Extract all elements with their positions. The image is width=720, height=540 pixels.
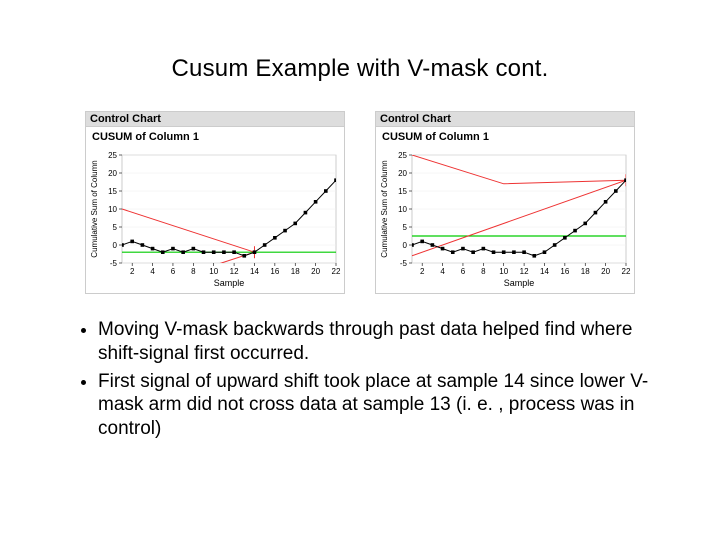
bullet-item: First signal of upward shift took place … bbox=[98, 370, 650, 441]
svg-text:25: 25 bbox=[398, 151, 407, 160]
svg-text:10: 10 bbox=[209, 267, 218, 276]
svg-text:4: 4 bbox=[150, 267, 155, 276]
svg-text:8: 8 bbox=[191, 267, 196, 276]
svg-text:-5: -5 bbox=[110, 259, 118, 268]
svg-text:16: 16 bbox=[560, 267, 569, 276]
bullet-list: Moving V-mask backwards through past dat… bbox=[80, 318, 650, 441]
svg-text:4: 4 bbox=[440, 267, 445, 276]
svg-text:6: 6 bbox=[171, 267, 176, 276]
chart-panel-right: Control Chart CUSUM of Column 1 -5 0 5 10 15… bbox=[375, 111, 635, 294]
chart-panel-left: Control Chart CUSUM of Column 1 -5 0 5 10 15… bbox=[85, 111, 345, 294]
svg-text:Sample: Sample bbox=[214, 278, 245, 288]
svg-text:0: 0 bbox=[403, 241, 408, 250]
cusum-title: CUSUM of Column 1 bbox=[375, 127, 635, 145]
svg-text:0: 0 bbox=[113, 241, 118, 250]
bullet-item: Moving V-mask backwards through past dat… bbox=[98, 318, 650, 366]
svg-text:20: 20 bbox=[108, 169, 117, 178]
control-chart-label: Control Chart bbox=[85, 111, 345, 127]
svg-text:12: 12 bbox=[520, 267, 529, 276]
cusum-chart-right: -5 0 5 10 15 20 25 2 4 6 8 10 12 14 16 18 20 22 Sample Cumu… bbox=[378, 149, 632, 289]
svg-text:22: 22 bbox=[332, 267, 341, 276]
svg-text:10: 10 bbox=[398, 205, 407, 214]
svg-text:15: 15 bbox=[398, 187, 407, 196]
plot-right: -5 0 5 10 15 20 25 2 4 6 8 10 12 14 16 18 20 22 Sample Cumu… bbox=[375, 145, 635, 294]
svg-text:Cumulative Sum of Column: Cumulative Sum of Column bbox=[380, 160, 389, 257]
svg-text:Sample: Sample bbox=[504, 278, 535, 288]
svg-text:-5: -5 bbox=[400, 259, 408, 268]
svg-text:25: 25 bbox=[108, 151, 117, 160]
svg-text:2: 2 bbox=[420, 267, 425, 276]
plot-left: -5 0 5 10 15 20 25 2 4 6 8 10 12 14 16 18 20 22 Sample Cumu… bbox=[85, 145, 345, 294]
svg-text:10: 10 bbox=[108, 205, 117, 214]
svg-text:22: 22 bbox=[622, 267, 631, 276]
cusum-chart-left: -5 0 5 10 15 20 25 2 4 6 8 10 12 14 16 18 20 22 Sample Cumu… bbox=[88, 149, 342, 289]
control-chart-label: Control Chart bbox=[375, 111, 635, 127]
svg-text:10: 10 bbox=[499, 267, 508, 276]
svg-text:8: 8 bbox=[481, 267, 486, 276]
svg-text:5: 5 bbox=[403, 223, 408, 232]
svg-text:18: 18 bbox=[581, 267, 590, 276]
svg-text:14: 14 bbox=[540, 267, 549, 276]
svg-text:20: 20 bbox=[601, 267, 610, 276]
charts-row: Control Chart CUSUM of Column 1 -5 0 5 10 15… bbox=[0, 111, 720, 294]
svg-text:6: 6 bbox=[461, 267, 466, 276]
page-title: Cusum Example with V-mask cont. bbox=[0, 0, 720, 83]
svg-text:20: 20 bbox=[311, 267, 320, 276]
cusum-title: CUSUM of Column 1 bbox=[85, 127, 345, 145]
svg-text:Cumulative Sum of Column: Cumulative Sum of Column bbox=[90, 160, 99, 257]
svg-text:2: 2 bbox=[130, 267, 135, 276]
svg-text:14: 14 bbox=[250, 267, 259, 276]
svg-text:12: 12 bbox=[230, 267, 239, 276]
slide: Cusum Example with V-mask cont. Control … bbox=[0, 0, 720, 540]
svg-text:20: 20 bbox=[398, 169, 407, 178]
svg-text:15: 15 bbox=[108, 187, 117, 196]
svg-text:16: 16 bbox=[270, 267, 279, 276]
svg-text:18: 18 bbox=[291, 267, 300, 276]
svg-text:5: 5 bbox=[113, 223, 118, 232]
